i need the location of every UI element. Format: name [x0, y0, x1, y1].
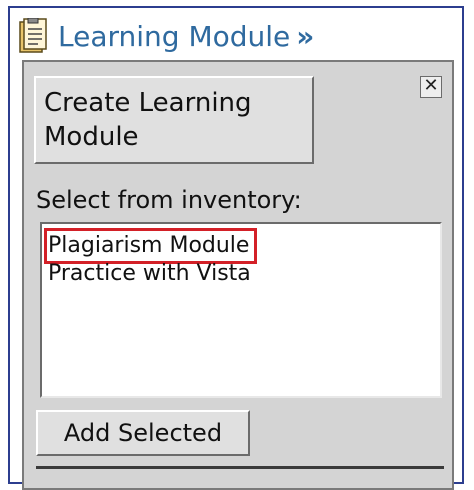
widget-header: Learning Module» [18, 14, 314, 58]
divider [36, 466, 444, 469]
add-selected-button[interactable]: Add Selected [36, 410, 250, 456]
module-title-link[interactable]: Learning Module» [58, 20, 314, 53]
create-learning-module-button[interactable]: Create Learning Module [34, 76, 314, 164]
inventory-listbox[interactable]: Plagiarism Module Practice with Vista [40, 222, 442, 398]
list-item-plagiarism-module[interactable]: Plagiarism Module [43, 228, 258, 264]
inventory-label: Select from inventory: [36, 186, 302, 214]
list-item-wrapper: Plagiarism Module [43, 228, 434, 264]
list-item-wrapper: Practice with Vista [48, 260, 434, 288]
module-title: Learning Module [58, 19, 291, 53]
list-item-practice-with-vista[interactable]: Practice with Vista [48, 261, 251, 286]
document-icon [19, 18, 47, 53]
double-chevron-icon: » [296, 19, 315, 53]
module-panel: Create Learning Module ✕ Select from inv… [22, 60, 454, 490]
close-icon[interactable]: ✕ [420, 76, 442, 98]
